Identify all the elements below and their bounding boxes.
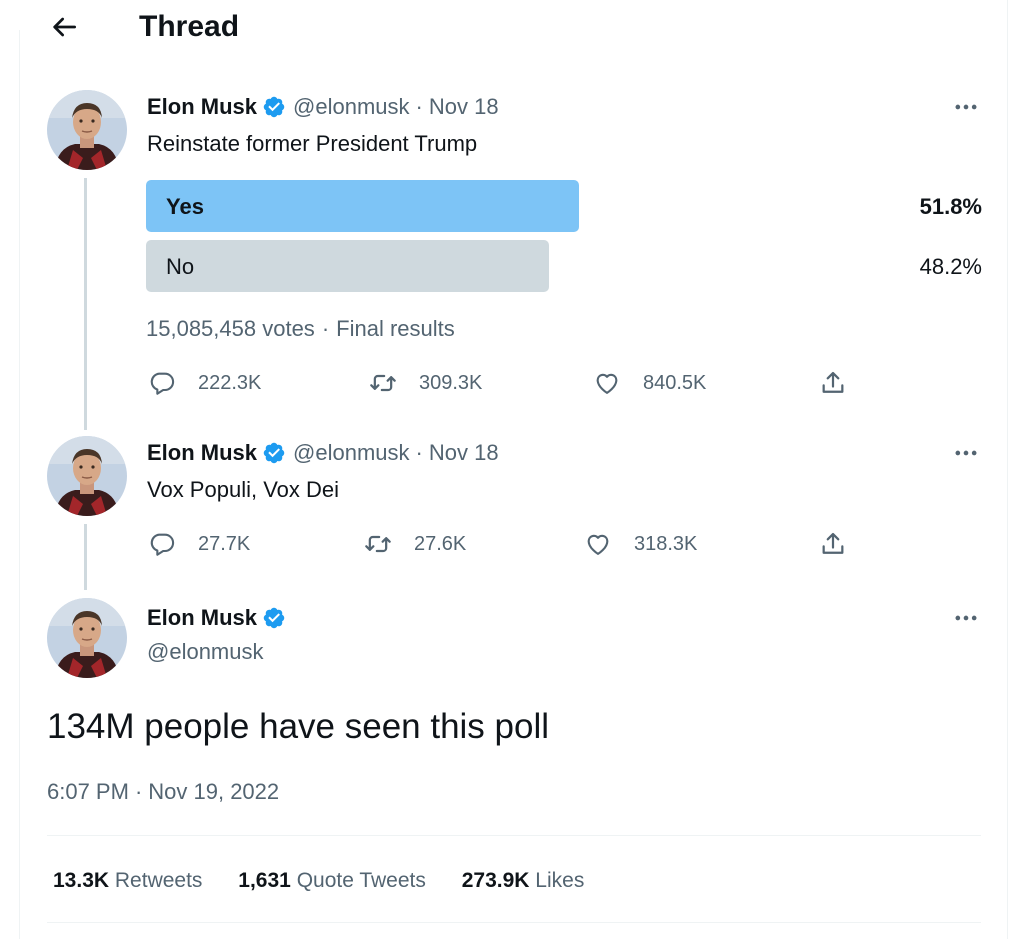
- separator-dot: ·: [134, 779, 143, 804]
- reply-count: 27.7K: [198, 532, 251, 555]
- likes-stat-label: Likes: [535, 869, 585, 892]
- column-border-left: [19, 30, 20, 939]
- tweet-author-row: Elon Musk @elonmusk · Nov 18: [147, 93, 499, 121]
- quote-tweets-stat[interactable]: 1,631 Quote Tweets: [238, 869, 426, 892]
- more-horizontal-icon[interactable]: [952, 93, 980, 121]
- share-button[interactable]: [819, 530, 869, 558]
- arrow-left-icon[interactable]: [48, 11, 80, 43]
- tweet-author-row: Elon Musk: [147, 604, 293, 632]
- tweet-stats: 13.3K Retweets 1,631 Quote Tweets 273.9K…: [53, 867, 614, 895]
- reply-button[interactable]: 222.3K: [148, 369, 261, 397]
- verified-badge-icon: [262, 95, 286, 119]
- poll-option-percent-yes: 51.8%: [919, 194, 982, 219]
- more-horizontal-icon[interactable]: [952, 439, 980, 467]
- reply-count: 222.3K: [198, 371, 262, 394]
- author-name[interactable]: Elon Musk: [147, 94, 257, 120]
- author-name[interactable]: Elon Musk: [147, 605, 257, 631]
- tweet-text: 134M people have seen this poll: [47, 707, 550, 746]
- share-icon: [819, 369, 847, 397]
- author-handle[interactable]: @elonmusk: [293, 94, 410, 120]
- tweet-timestamp[interactable]: 6:07 PM · Nov 19, 2022: [47, 778, 279, 806]
- tweet-text: Vox Populi, Vox Dei: [147, 477, 340, 502]
- like-button[interactable]: 840.5K: [593, 369, 706, 397]
- like-button[interactable]: 318.3K: [584, 530, 697, 558]
- heart-icon: [584, 530, 612, 558]
- retweet-count: 27.6K: [414, 532, 467, 555]
- poll-option-bar-no: [146, 240, 549, 292]
- retweets-stat-label: Retweets: [114, 869, 203, 892]
- tweet-handle-row: @elonmusk: [147, 638, 264, 666]
- likes-total: 273.9K: [461, 869, 530, 892]
- tweet-time: 6:07 PM: [47, 779, 129, 804]
- thread-header: Thread: [0, 0, 1024, 56]
- separator-dot: ·: [321, 316, 330, 341]
- poll-option-label-no: No: [166, 254, 195, 279]
- separator-dot: ·: [415, 440, 423, 465]
- avatar[interactable]: [47, 598, 127, 678]
- share-icon: [819, 530, 847, 558]
- retweets-total: 13.3K: [53, 869, 110, 892]
- author-handle[interactable]: @elonmusk: [147, 639, 264, 665]
- retweet-button[interactable]: 309.3K: [369, 369, 482, 397]
- thread-connector-line: [84, 524, 87, 590]
- retweet-button[interactable]: 27.6K: [364, 530, 466, 558]
- avatar[interactable]: [47, 436, 127, 516]
- more-horizontal-icon[interactable]: [952, 604, 980, 632]
- poll-option-bar-yes: [146, 180, 579, 232]
- quote-tweets-total: 1,631: [238, 869, 291, 892]
- retweets-stat[interactable]: 13.3K Retweets: [53, 869, 202, 892]
- poll-vote-count: 15,085,458 votes: [146, 316, 315, 341]
- like-count: 318.3K: [634, 532, 698, 555]
- divider: [47, 835, 981, 836]
- tweet-date[interactable]: Nov 18: [429, 440, 499, 466]
- retweet-count: 309.3K: [419, 371, 483, 394]
- divider: [47, 922, 981, 923]
- share-button[interactable]: [819, 369, 869, 397]
- tweet-date[interactable]: Nov 18: [429, 94, 499, 120]
- avatar[interactable]: [47, 90, 127, 170]
- thread-connector-line: [84, 178, 87, 430]
- poll-option-percent-no: 48.2%: [919, 254, 982, 279]
- quote-tweets-stat-label: Quote Tweets: [296, 869, 426, 892]
- like-count: 840.5K: [643, 371, 707, 394]
- verified-badge-icon: [262, 606, 286, 630]
- retweet-icon: [364, 530, 392, 558]
- reply-button[interactable]: 27.7K: [148, 530, 250, 558]
- poll-meta: 15,085,458 votes · Final results: [146, 315, 455, 343]
- retweet-icon: [369, 369, 397, 397]
- separator-dot: ·: [415, 94, 423, 119]
- reply-icon: [148, 369, 176, 397]
- likes-stat[interactable]: 273.9K Likes: [462, 869, 585, 892]
- page-title: Thread: [139, 10, 240, 43]
- author-name[interactable]: Elon Musk: [147, 440, 257, 466]
- author-handle[interactable]: @elonmusk: [293, 440, 410, 466]
- heart-icon: [593, 369, 621, 397]
- tweet-full-date: Nov 19, 2022: [148, 779, 280, 804]
- poll-option-label-yes: Yes: [166, 194, 204, 219]
- reply-icon: [148, 530, 176, 558]
- tweet-text: Reinstate former President Trump: [147, 131, 478, 156]
- verified-badge-icon: [262, 441, 286, 465]
- tweet-author-row: Elon Musk @elonmusk · Nov 18: [147, 439, 499, 467]
- poll-status: Final results: [336, 316, 455, 341]
- column-border-right: [1007, 0, 1008, 939]
